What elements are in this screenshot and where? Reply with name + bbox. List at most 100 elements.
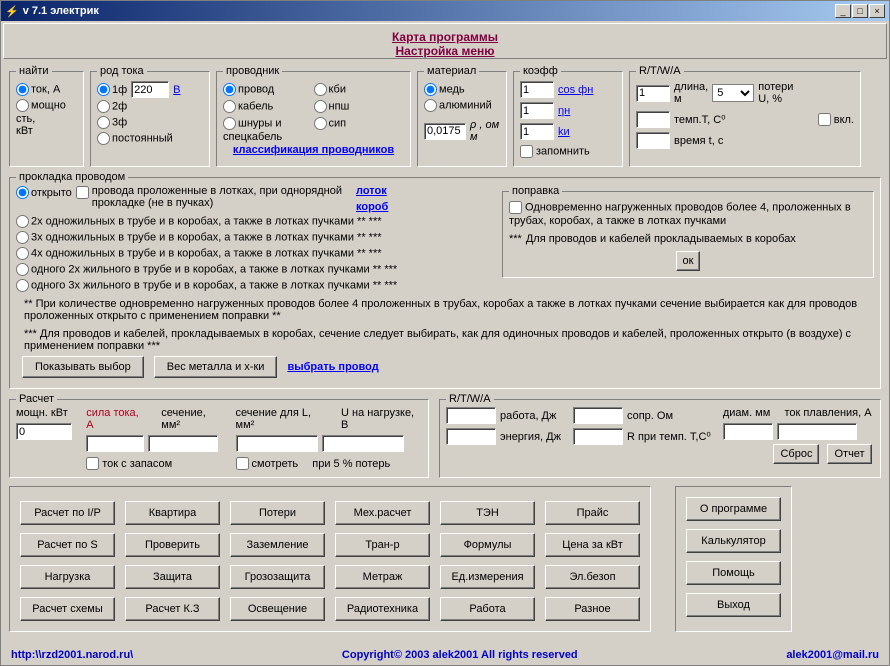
grid-button-0[interactable]: Расчет по I/P <box>20 501 115 525</box>
grid-button-6[interactable]: Расчет по S <box>20 533 115 557</box>
grid-button-11[interactable]: Цена за кВт <box>545 533 640 557</box>
dc-radio[interactable]: постоянный <box>97 131 203 146</box>
grid-button-7[interactable]: Проверить <box>125 533 220 557</box>
energy-label: энергия, Дж <box>500 431 561 443</box>
cos-input[interactable] <box>520 81 554 98</box>
find-power-radio[interactable]: мощно сть, кВт <box>16 98 77 137</box>
watch-checkbox[interactable]: смотреть <box>236 456 299 471</box>
grid-button-20[interactable]: Освещение <box>230 597 325 621</box>
length-input[interactable] <box>636 85 670 102</box>
section-input[interactable] <box>148 435 218 452</box>
sectionl-input[interactable] <box>236 435 318 452</box>
rtemp-input[interactable] <box>573 428 623 445</box>
voltage-input[interactable] <box>131 81 169 98</box>
eta-input[interactable] <box>520 102 554 119</box>
lotok-link[interactable]: лоток <box>356 185 388 197</box>
current-input[interactable] <box>86 435 144 452</box>
status-left[interactable]: http:\\rzd2001.narod.ru\ <box>11 649 133 661</box>
prokl-o2-radio[interactable]: 3х одножильных в трубе и в коробах, а та… <box>16 230 486 245</box>
ki-input[interactable] <box>520 123 554 140</box>
program-map-link[interactable]: Карта программы <box>392 30 498 44</box>
side-button-2[interactable]: Помощь <box>686 561 781 585</box>
grid-button-9[interactable]: Тран-р <box>335 533 430 557</box>
prokl-o5-radio[interactable]: одного 3х жильного в трубе и в коробах, … <box>16 278 486 293</box>
diam-input[interactable] <box>723 423 773 440</box>
ki-link[interactable]: kи <box>558 126 570 138</box>
prov-wire-radio[interactable]: провод <box>223 82 314 97</box>
grid-button-14[interactable]: Грозозащита <box>230 565 325 589</box>
ok-button[interactable]: ок <box>676 251 701 271</box>
prov-legend: проводник <box>223 65 282 77</box>
right-button-column: О программе Калькулятор Помощь Выход <box>686 497 781 617</box>
grid-button-5[interactable]: Прайс <box>545 501 640 525</box>
menu-settings-link[interactable]: Настройка меню <box>396 44 495 58</box>
conductor-class-link[interactable]: классификация проводников <box>233 144 394 156</box>
reset-button[interactable]: Сброс <box>773 444 819 464</box>
energy-input[interactable] <box>446 428 496 445</box>
grid-button-18[interactable]: Расчет схемы <box>20 597 115 621</box>
phase2-radio[interactable]: 2ф <box>97 99 203 114</box>
temp-input[interactable] <box>636 111 670 128</box>
prov-npsh-radio[interactable]: нпш <box>314 99 405 114</box>
grid-button-3[interactable]: Мех.расчет <box>335 501 430 525</box>
phase1-radio[interactable]: 1ф <box>97 82 127 97</box>
open-note-checkbox[interactable]: провода проложенные в лотках, при одноря… <box>76 185 342 209</box>
grid-button-15[interactable]: Метраж <box>335 565 430 589</box>
prov-kbi-radio[interactable]: кби <box>314 82 405 97</box>
show-choice-button[interactable]: Показывать выбор <box>22 356 144 378</box>
grid-button-13[interactable]: Защита <box>125 565 220 589</box>
prokl-o1-radio[interactable]: 2х одножильных в трубе и в коробах, а та… <box>16 214 486 229</box>
maximize-button[interactable]: □ <box>852 4 868 18</box>
power-input[interactable] <box>16 423 72 440</box>
reserve-checkbox[interactable]: ток с запасом <box>86 456 225 471</box>
remember-checkbox[interactable]: запомнить <box>520 144 616 159</box>
time-input[interactable] <box>636 132 670 149</box>
phase3-radio[interactable]: 3ф <box>97 115 203 130</box>
eta-link[interactable]: ηн <box>558 105 570 117</box>
open-radio[interactable]: открыто <box>16 185 72 200</box>
metal-weight-button[interactable]: Вес металла и х-ки <box>154 356 278 378</box>
incl-checkbox[interactable]: вкл. <box>818 112 854 127</box>
korob-link[interactable]: короб <box>356 201 388 213</box>
side-button-1[interactable]: Калькулятор <box>686 529 781 553</box>
prokl-o3-radio[interactable]: 4х одножильных в трубе и в коробах, а та… <box>16 246 486 261</box>
res-input[interactable] <box>573 407 623 424</box>
report-button[interactable]: Отчет <box>827 444 871 464</box>
voltagel-input[interactable] <box>322 435 404 452</box>
side-button-0[interactable]: О программе <box>686 497 781 521</box>
prokl-o4-radio[interactable]: одного 2х жильного в трубе и в коробах, … <box>16 262 486 277</box>
grid-button-16[interactable]: Ед.измерения <box>440 565 535 589</box>
grid-button-2[interactable]: Потери <box>230 501 325 525</box>
find-current-radio[interactable]: ток, А <box>16 82 77 97</box>
copper-radio[interactable]: медь <box>424 82 500 97</box>
grid-button-12[interactable]: Нагрузка <box>20 565 115 589</box>
rho-input[interactable] <box>424 123 466 140</box>
grid-button-17[interactable]: Эл.безоп <box>545 565 640 589</box>
prov-cable-radio[interactable]: кабель <box>223 99 314 114</box>
grid-button-21[interactable]: Радиотехника <box>335 597 430 621</box>
work-input[interactable] <box>446 407 496 424</box>
grid-button-8[interactable]: Заземление <box>230 533 325 557</box>
grid-button-4[interactable]: ТЭН <box>440 501 535 525</box>
grid-button-23[interactable]: Разное <box>545 597 640 621</box>
grid-button-19[interactable]: Расчет К.З <box>125 597 220 621</box>
prov-cord-radio[interactable]: шнуры и спецкабель <box>223 116 314 143</box>
calc-legend: Расчет <box>16 393 57 405</box>
grid-button-22[interactable]: Работа <box>440 597 535 621</box>
choose-wire-link[interactable]: выбрать провод <box>287 361 378 373</box>
voltage-unit-link[interactable]: В <box>173 84 180 96</box>
minimize-button[interactable]: _ <box>835 4 851 18</box>
corr1-checkbox[interactable]: Одновременно нагруженных проводов более … <box>509 200 867 227</box>
melt-input[interactable] <box>777 423 857 440</box>
close-button[interactable]: × <box>869 4 885 18</box>
cos-link[interactable]: cos фн <box>558 84 593 96</box>
aluminum-radio[interactable]: алюминий <box>424 98 500 113</box>
grid-button-1[interactable]: Квартира <box>125 501 220 525</box>
prokl-legend: прокладка проводом <box>16 171 128 183</box>
side-button-3[interactable]: Выход <box>686 593 781 617</box>
prov-sip-radio[interactable]: сип <box>314 116 405 143</box>
loss-select[interactable]: 5 <box>712 84 754 102</box>
corr2-text: Для проводов и кабелей прокладываемых в … <box>526 233 796 245</box>
grid-button-10[interactable]: Формулы <box>440 533 535 557</box>
status-right[interactable]: alek2001@mail.ru <box>786 649 879 661</box>
